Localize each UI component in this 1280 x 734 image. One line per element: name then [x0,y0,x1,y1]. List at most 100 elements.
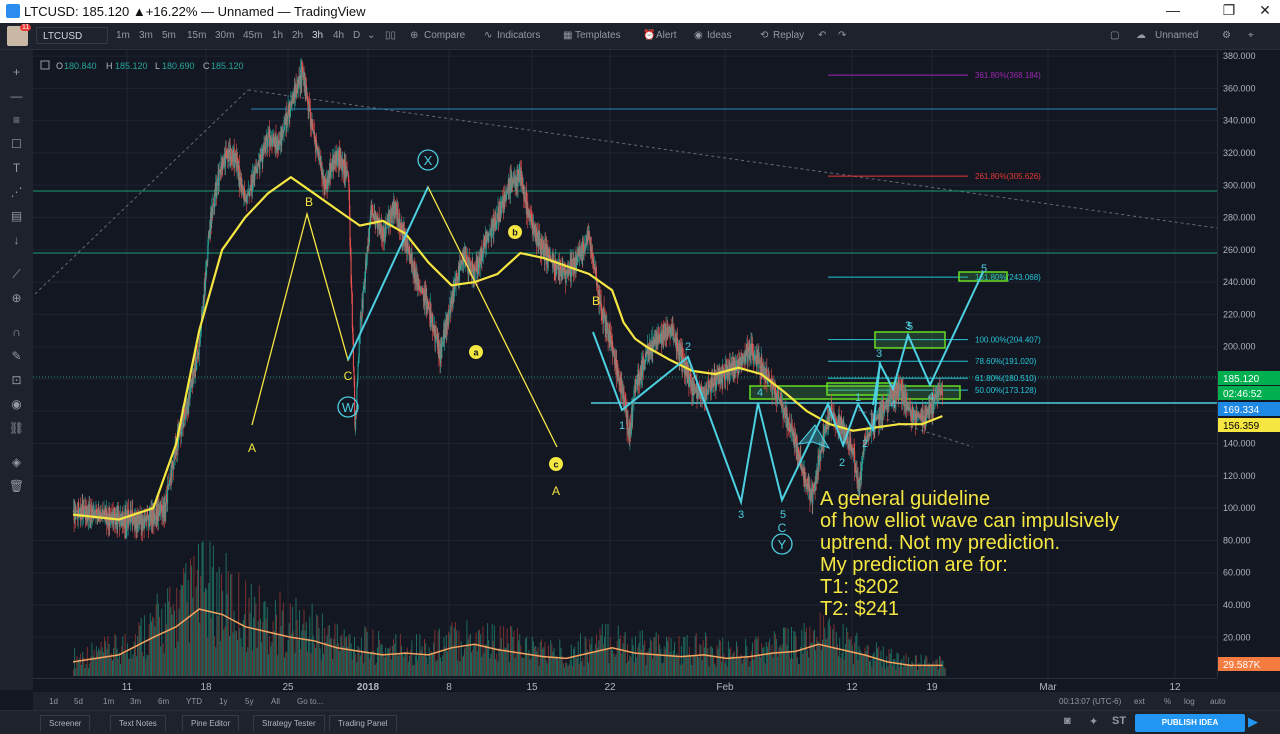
ideas-button[interactable]: Ideas [707,30,731,41]
minimize-button[interactable]: — [1158,2,1188,18]
interval-3m[interactable]: 3m [139,30,153,41]
pattern-icon[interactable]: ⋰ [8,184,25,201]
range-1d[interactable]: 1d [49,697,58,706]
templates-button[interactable]: Templates [575,30,621,41]
range-3m[interactable]: 3m [130,697,141,706]
interval-D[interactable]: D [353,30,360,41]
gear-icon[interactable]: ⚙ [1222,30,1231,41]
volume-bar [343,629,345,676]
volume-bar [97,651,99,676]
tab-strategy-tester[interactable]: Strategy Tester [253,715,325,731]
publish-idea-button[interactable]: PUBLISH IDEA [1135,714,1245,732]
volume-bar [138,622,140,676]
fullscreen-icon[interactable]: ▢ [1110,30,1119,41]
volume-bar [223,629,225,676]
range-1y[interactable]: 1y [219,697,227,706]
crosshair-icon[interactable]: + [8,64,25,81]
volume-bar [631,638,633,676]
chart-pane[interactable]: 361.80%(368.184) 261.80%(305.626) 1 61.80%(… [33,50,1218,678]
tab-text-notes[interactable]: Text Notes [110,715,166,731]
volume-bar [613,653,615,676]
volume-bar [870,659,872,676]
trash-icon[interactable]: 🗑 [8,478,25,495]
log-toggle[interactable]: log [1184,697,1195,706]
layout-name-button[interactable]: Unnamed [1155,30,1198,41]
camera-icon[interactable]: ◙ [1064,715,1071,727]
interval-45m[interactable]: 45m [243,30,262,41]
symbol-search-input[interactable]: LTCUSD [36,27,108,44]
price-chart[interactable]: 361.80%(368.184) 261.80%(305.626) 1 61.80%(… [33,50,1218,678]
volume-bar [139,625,141,676]
volume-bar [248,597,250,676]
range-ytd[interactable]: YTD [186,697,202,706]
range-6m[interactable]: 6m [158,697,169,706]
eye-icon[interactable]: ◉ [8,396,25,413]
volume-bar [703,647,705,676]
interval-1m[interactable]: 1m [116,30,130,41]
pencil-icon[interactable]: ✎ [8,348,25,365]
volume-bar [824,627,826,676]
compare-button[interactable]: Compare [424,30,465,41]
replay-button[interactable]: Replay [773,30,804,41]
volume-bar [544,642,546,676]
stocktwits-icon[interactable]: ST [1112,715,1126,727]
range-5y[interactable]: 5y [245,697,253,706]
percent-toggle[interactable]: % [1164,697,1171,706]
pitchfork-icon[interactable]: ≡ [8,112,25,129]
interval-1h[interactable]: 1h [272,30,283,41]
play-icon[interactable]: ▶ [1248,714,1258,730]
camera-icon[interactable]: ⌖ [1248,30,1254,41]
volume-bar [277,655,279,676]
volume-bar [685,656,687,676]
volume-bar [192,597,194,676]
link-icon[interactable]: ⛓ [8,420,25,437]
undo-icon[interactable]: ↶ [818,30,826,41]
auto-toggle[interactable]: auto [1210,697,1226,706]
trend-line-icon[interactable]: ― [8,88,25,105]
indicators-button[interactable]: Indicators [497,30,540,41]
interval-30m[interactable]: 30m [215,30,234,41]
range-all[interactable]: All [271,697,280,706]
tab-pine-editor[interactable]: Pine Editor [182,715,240,731]
tab-screener[interactable]: Screener [40,715,91,731]
volume-bar [386,656,388,676]
ext-toggle[interactable]: ext [1134,697,1145,706]
volume-bar [191,565,193,676]
bar-style-icon[interactable]: ▯▯ [385,30,396,41]
time-scale[interactable]: 11 18 25 2018 8 15 22 Feb 12 19 Mar 12 [33,678,1217,693]
tab-trading-panel[interactable]: Trading Panel [329,715,397,731]
fib-icon[interactable]: ▤ [8,208,25,225]
lock-icon[interactable]: ⊡ [8,372,25,389]
twitter-icon[interactable]: ✦ [1089,715,1098,728]
goto-button[interactable]: Go to... [297,697,323,706]
volume-bar [109,657,111,676]
shape-icon[interactable]: ☐ [8,136,25,153]
maximize-button[interactable]: ❐ [1214,2,1244,19]
price-scale[interactable]: 380.000 360.000 340.000 320.000 300.000 280.0… [1217,50,1280,678]
volume-bar [714,663,716,676]
volume-bar [417,660,419,676]
volume-bar [809,626,811,676]
zoom-icon[interactable]: ⊕ [8,290,25,307]
close-button[interactable]: ✕ [1250,2,1280,19]
wave-label: 2 [862,438,868,450]
range-5d[interactable]: 5d [74,697,83,706]
magnet-icon[interactable]: ∩ [8,324,25,341]
arrow-down-icon[interactable]: ↓ [8,232,25,249]
alert-button[interactable]: Alert [656,30,677,41]
text-icon[interactable]: T [8,160,25,177]
volume-bar [167,588,169,676]
interval-4h[interactable]: 4h [333,30,344,41]
interval-15m[interactable]: 15m [187,30,206,41]
interval-3h[interactable]: 3h [312,30,323,41]
chevron-down-icon[interactable]: ⌄ [367,30,375,41]
interval-2h[interactable]: 2h [292,30,303,41]
clock-readout[interactable]: 00:13:07 (UTC-6) [1059,697,1121,706]
layers-icon[interactable]: ◈ [8,454,25,471]
redo-icon[interactable]: ↷ [838,30,846,41]
range-1m[interactable]: 1m [103,697,114,706]
ruler-icon[interactable]: ⟋ [8,266,25,283]
wave-label: A [248,441,256,455]
interval-5m[interactable]: 5m [162,30,176,41]
indicators-icon: ∿ [484,30,493,41]
